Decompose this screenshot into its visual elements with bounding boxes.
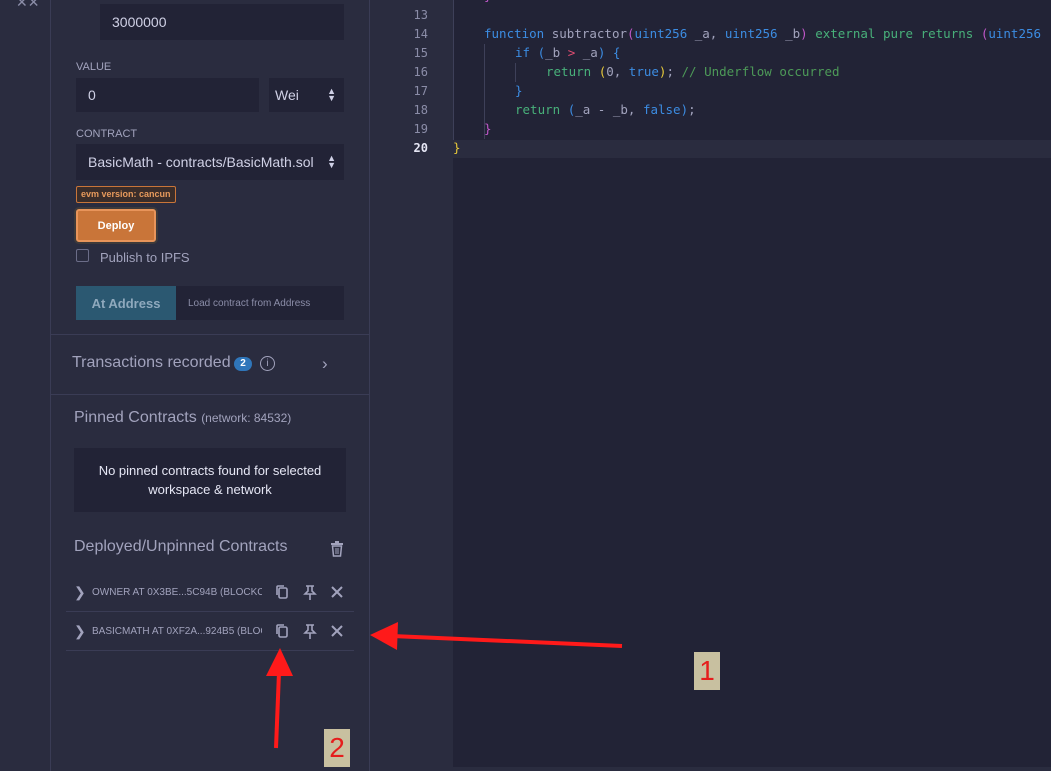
pinned-empty-message: No pinned contracts found for selected w… — [74, 448, 346, 512]
icon-rail: ✕✕ — [0, 0, 51, 771]
code-line: } — [484, 0, 492, 3]
code-line: if (_b > _a) { — [515, 45, 621, 60]
close-icon[interactable] — [328, 622, 346, 640]
info-icon[interactable]: i — [260, 356, 275, 371]
chevron-right-icon[interactable]: ❯ — [74, 584, 86, 601]
evm-version-badge: evm version: cancun — [76, 186, 176, 203]
chevron-right-icon[interactable]: ❯ — [74, 623, 86, 640]
annotation-label-1: 1 — [694, 652, 720, 690]
code-line: } — [453, 140, 461, 155]
deploy-button[interactable]: Deploy — [76, 209, 156, 242]
deployed-contract-label: OWNER AT 0X3BE...5C94B (BLOCKCHAIN) — [92, 587, 262, 598]
value-label: VALUE — [76, 61, 112, 73]
copy-icon[interactable] — [273, 622, 291, 640]
value-unit-text: Wei — [275, 87, 299, 103]
code-line: return (_a - _b, false); — [515, 102, 696, 117]
chevron-right-icon[interactable]: › — [322, 354, 328, 374]
close-icon[interactable] — [328, 583, 346, 601]
code-line: function subtractor(uint256 _a, uint256 … — [484, 26, 1042, 41]
transactions-title: Transactions recorded — [72, 354, 231, 371]
pinned-empty-text: No pinned contracts found for selected w… — [98, 463, 322, 497]
contract-selected-text: BasicMath - contracts/BasicMath.sol — [88, 154, 314, 170]
at-address-button[interactable]: At Address — [76, 286, 176, 320]
double-chevron-icon[interactable]: ✕✕ — [16, 0, 39, 11]
deployed-contract-label: BASICMATH AT 0XF2A...924B5 (BLOCKCHAIN) — [92, 626, 262, 637]
at-address-input[interactable]: Load contract from Address — [176, 286, 344, 320]
contract-label: CONTRACT — [76, 128, 138, 140]
contract-select[interactable]: BasicMath - contracts/BasicMath.sol ▲ ▼ — [76, 144, 344, 180]
pinned-contracts-title: Pinned Contracts (network: 84532) — [74, 409, 291, 427]
trash-icon[interactable] — [330, 541, 344, 557]
pinned-title-text: Pinned Contracts — [74, 409, 197, 426]
gas-limit-input[interactable]: 3000000 — [100, 4, 344, 40]
transactions-count-badge: 2 — [234, 357, 252, 371]
gas-limit-value: 3000000 — [112, 14, 167, 30]
pinned-network: (network: 84532) — [201, 411, 292, 425]
publish-ipfs-checkbox[interactable] — [76, 249, 89, 262]
deploy-run-panel: 3000000 VALUE 0 Wei ▲ ▼ CONTRACT BasicMat… — [51, 0, 370, 771]
source-code[interactable]: } function subtractor(uint256 _a, uint25… — [370, 0, 1041, 155]
indent-guide — [453, 0, 454, 140]
current-line-highlight — [453, 140, 1051, 158]
annotation-label-2: 2 — [324, 729, 350, 767]
divider — [51, 334, 369, 335]
deployed-contract-row[interactable]: ❯ BASICMATH AT 0XF2A...924B5 (BLOCKCHAIN… — [66, 612, 354, 651]
copy-icon[interactable] — [273, 583, 291, 601]
pin-icon[interactable] — [301, 622, 319, 640]
code-line: return (0, true); // Underflow occurred — [546, 64, 840, 79]
divider — [51, 394, 369, 395]
select-arrows-icon: ▲ ▼ — [327, 153, 336, 170]
value-unit-select[interactable]: Wei ▲ ▼ — [269, 78, 344, 112]
code-line: } — [484, 121, 492, 136]
deployed-contracts-title: Deployed/Unpinned Contracts — [74, 538, 288, 555]
select-arrows-icon: ▲ ▼ — [327, 86, 336, 103]
horizontal-scrollbar[interactable] — [370, 767, 1051, 771]
code-line: } — [515, 83, 523, 98]
pin-icon[interactable] — [301, 583, 319, 601]
publish-ipfs-label: Publish to IPFS — [100, 250, 190, 265]
value-input[interactable]: 0 — [76, 78, 259, 112]
indent-guide — [515, 63, 516, 82]
deployed-contract-row[interactable]: ❯ OWNER AT 0X3BE...5C94B (BLOCKCHAIN) — [66, 573, 354, 612]
value-amount: 0 — [88, 87, 96, 103]
